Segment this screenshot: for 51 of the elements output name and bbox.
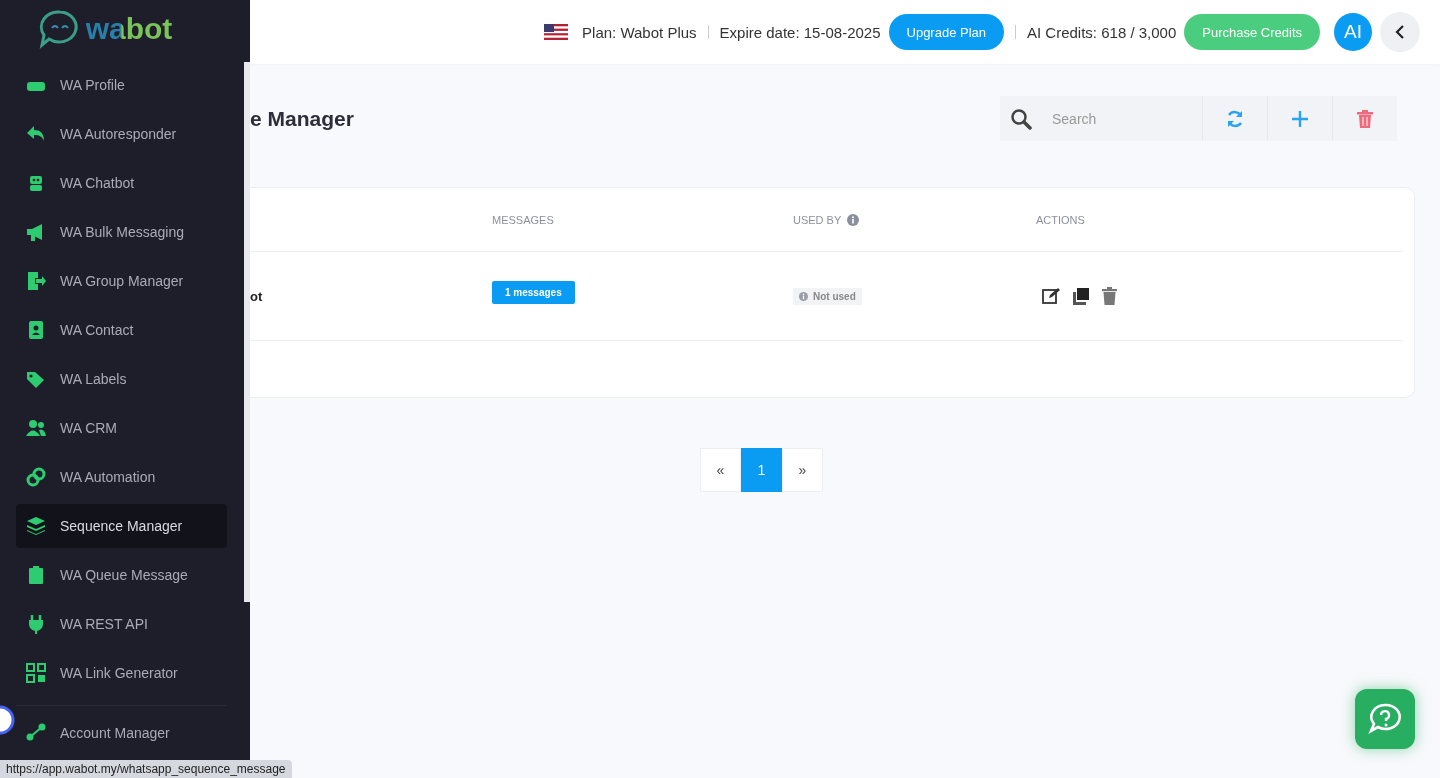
next-page-button[interactable]: »	[782, 448, 823, 492]
collapse-button[interactable]	[1380, 12, 1420, 52]
expire-date: Expire date: 15-08-2025	[719, 23, 881, 41]
qr-code-icon	[26, 663, 46, 683]
sidebar-item[interactable]: WA REST API	[16, 602, 227, 646]
exit-arrow-icon	[26, 271, 46, 291]
sidebar-item[interactable]: WA Queue Message	[16, 553, 227, 597]
sequence-name: ot	[250, 288, 263, 304]
sidebar-item[interactable]: WA Link Generator	[16, 651, 227, 695]
ai-credits: AI Credits: 618 / 3,000	[1027, 23, 1177, 41]
help-button[interactable]	[1355, 689, 1415, 749]
sidebar-item[interactable]: WA Bulk Messaging	[16, 210, 227, 254]
page-title: e Manager	[250, 106, 354, 131]
column-header: ACTIONS	[1036, 213, 1085, 226]
trash-icon	[1357, 109, 1373, 128]
column-header: USED BY	[793, 213, 842, 226]
flag-icon	[544, 24, 569, 40]
sidebar-item[interactable]: Sequence Manager	[16, 504, 227, 548]
trash-icon[interactable]	[1102, 287, 1117, 305]
sidebar-item[interactable]: WA Automation	[16, 455, 227, 499]
layers-icon	[26, 516, 46, 536]
tag-icon	[26, 369, 46, 389]
plan-label: Plan: Wabot Plus	[582, 23, 697, 41]
sidebar-item[interactable]: WA Contact	[16, 308, 227, 352]
search-icon	[1010, 107, 1032, 130]
link-url-tooltip: https://app.wabot.my/whatsapp_sequence_message	[0, 760, 292, 778]
help-chat-icon	[1367, 702, 1403, 736]
sidebar-item[interactable]: WA Chatbot	[16, 161, 227, 205]
plug-icon	[26, 614, 46, 634]
info-icon	[847, 213, 860, 226]
column-header: MESSAGES	[492, 213, 554, 226]
sidebar-item[interactable]: WA CRM	[16, 406, 227, 450]
sidebar-item[interactable]: WA Labels	[16, 357, 227, 401]
sidebar-item[interactable]: WA Profile	[16, 63, 227, 107]
link-icon	[26, 467, 46, 487]
plus-icon	[1291, 109, 1309, 128]
sidebar-item[interactable]: Account Manager	[16, 711, 227, 755]
chevron-left-icon	[1395, 25, 1405, 39]
sidebar-item[interactable]: WA Group Manager	[16, 259, 227, 303]
contact-card-icon	[26, 320, 46, 340]
share-icon	[26, 723, 46, 743]
users-icon	[26, 418, 46, 438]
used-by-status: Not used	[813, 290, 856, 302]
refresh-icon	[1225, 108, 1245, 129]
edit-icon[interactable]	[1042, 287, 1060, 305]
info-icon	[799, 291, 808, 301]
search-field[interactable]: Search	[1050, 109, 1194, 128]
previous-page-button[interactable]: «	[700, 448, 741, 492]
messages-badge: 1 messages	[492, 280, 575, 304]
sidebar-item[interactable]: WA Autoresponder	[16, 112, 227, 156]
duplicate-icon[interactable]	[1072, 287, 1090, 305]
